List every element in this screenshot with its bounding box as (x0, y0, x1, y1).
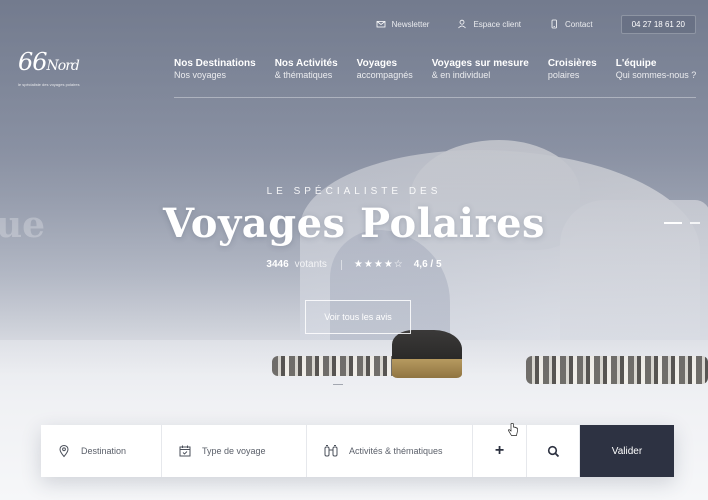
destination-field[interactable]: Destination (41, 425, 162, 477)
client-area-label: Espace client (473, 19, 522, 29)
nav-item-subtitle: & en individuel (431, 70, 491, 80)
nav-item-team[interactable]: L'équipe Qui sommes-nous ? (616, 58, 697, 81)
scroll-indicator (333, 384, 343, 385)
nav-item-subtitle: Qui sommes-nous ? (615, 70, 697, 80)
nav-item-destinations[interactable]: Nos Destinations Nos voyages (174, 58, 256, 81)
user-icon (458, 19, 467, 29)
logo-number: 66 (18, 48, 48, 76)
newsletter-label: Newsletter (391, 19, 430, 29)
hero-eyebrow: LE SPÉCIALISTE DES (266, 186, 442, 197)
submit-button[interactable]: Valider (580, 425, 674, 477)
utility-bar: Newsletter Espace client Contact 04 27 1… (376, 14, 696, 34)
slider-next-indicator[interactable] (690, 222, 700, 224)
see-all-reviews-button[interactable]: Voir tous les avis (305, 300, 411, 334)
nav-item-subtitle: Nos voyages (174, 70, 227, 80)
contact-link[interactable]: Contact (549, 19, 593, 29)
nav-item-subtitle: & thématiques (274, 70, 333, 80)
nav-item-cruises[interactable]: Croisières polaires (548, 58, 597, 81)
rating-divider (340, 259, 342, 270)
hand-cursor-icon (508, 423, 518, 436)
logo-word: Nord (46, 58, 80, 74)
plus-icon: + (494, 442, 505, 459)
rating-summary: 3446 votants ★★★★☆ 4,6 / 5 (0, 259, 708, 270)
binoculars-icon (324, 445, 338, 457)
main-nav: Nos Destinations Nos voyages Nos Activit… (174, 58, 708, 81)
logo-tagline: le spécialiste des voyages polaires (18, 82, 80, 87)
nav-item-guided-trips[interactable]: Voyages accompagnés (357, 58, 413, 81)
nav-divider (174, 97, 696, 98)
location-pin-icon (59, 444, 69, 458)
phone-number-badge[interactable]: 04 27 18 61 20 (620, 14, 696, 34)
trip-search-bar: Destination Type de voyage Activités & t… (41, 425, 674, 477)
slider-active-indicator[interactable] (664, 222, 682, 224)
logo-mark: 66Nord (18, 50, 98, 74)
nav-item-title: Voyages sur mesure (431, 58, 529, 69)
slider-controls[interactable] (664, 222, 700, 224)
nav-item-custom-trips[interactable]: Voyages sur mesure & en individuel (432, 58, 529, 81)
trip-type-field[interactable]: Type de voyage (162, 425, 307, 477)
newsletter-icon (376, 21, 386, 28)
nav-item-activities[interactable]: Nos Activités & thématiques (275, 58, 338, 81)
destination-label: Destination (81, 446, 127, 456)
nav-item-title: Nos Destinations (174, 58, 256, 69)
trip-type-label: Type de voyage (202, 446, 266, 456)
search-button[interactable] (527, 425, 580, 477)
search-icon (547, 445, 559, 457)
nav-item-subtitle: accompagnés (356, 70, 413, 80)
nav-item-subtitle: polaires (547, 70, 580, 80)
rating-score: 4,6 / 5 (413, 259, 442, 270)
nav-item-title: Voyages (356, 58, 398, 69)
rating-count: 3446 (266, 259, 289, 270)
logo[interactable]: 66Nord le spécialiste des voyages polair… (18, 50, 98, 96)
calendar-icon (179, 445, 191, 457)
nav-item-title: Croisières (547, 58, 597, 69)
nav-item-title: L'équipe (615, 58, 657, 69)
rating-stars-icon: ★★★★☆ (353, 259, 404, 270)
contact-label: Contact (565, 19, 593, 29)
phone-icon (551, 19, 557, 29)
activities-label: Activités & thématiques (349, 446, 443, 456)
client-area-link[interactable]: Espace client (457, 19, 521, 29)
hero-headline: Voyages Polaires (162, 200, 546, 247)
nav-item-title: Nos Activités (274, 58, 338, 69)
newsletter-link[interactable]: Newsletter (376, 19, 430, 29)
rating-count-label: votants (294, 259, 327, 270)
activities-field[interactable]: Activités & thématiques (307, 425, 473, 477)
